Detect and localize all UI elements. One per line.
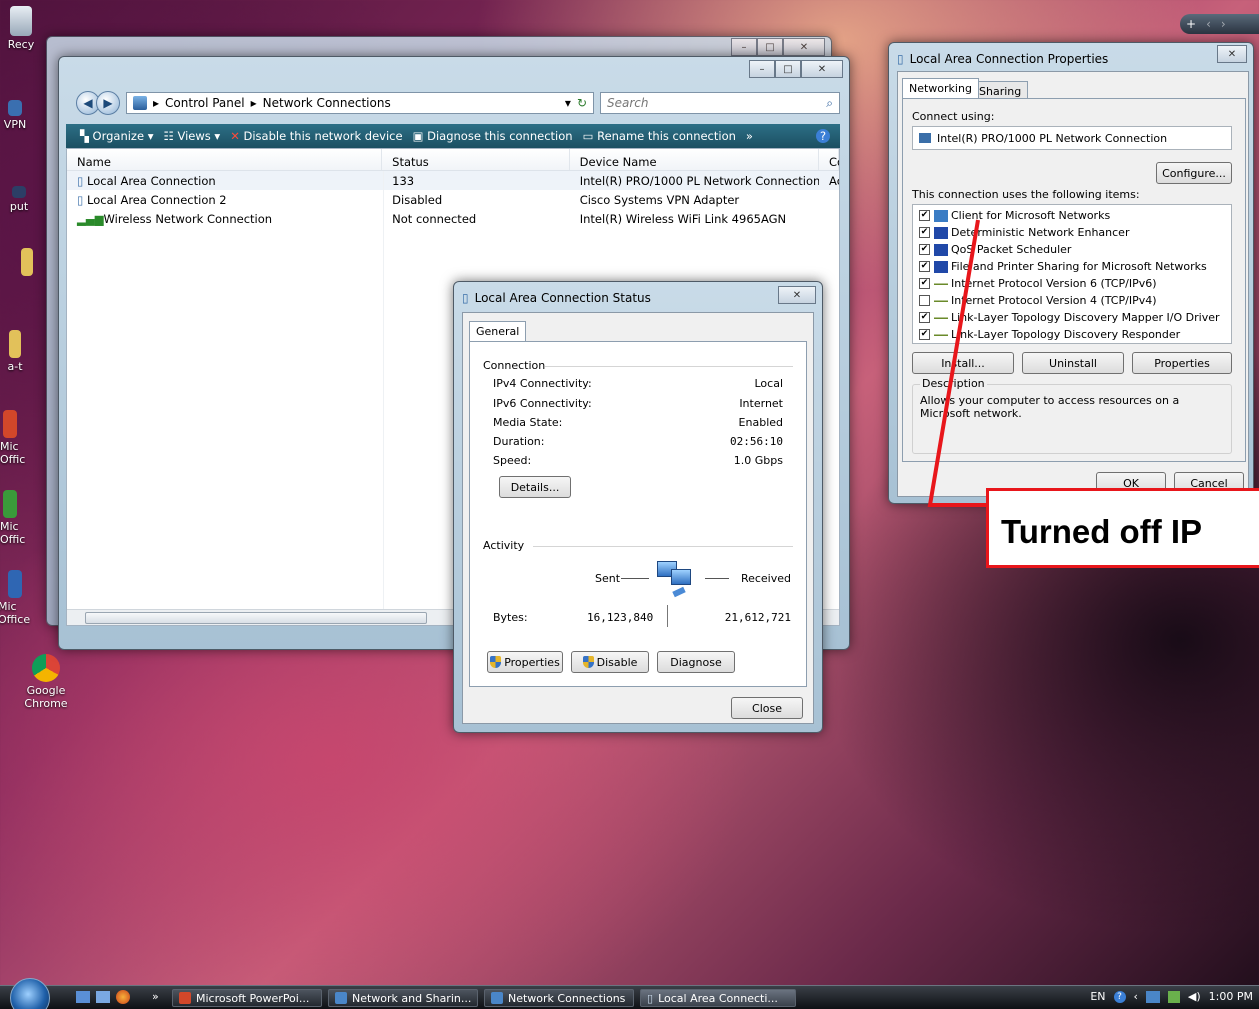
volume-icon[interactable]: ◀) xyxy=(1188,990,1201,1003)
tray-expand-icon[interactable]: ‹ xyxy=(1134,990,1138,1003)
taskbar-powerpoint[interactable]: Microsoft PowerPoi... xyxy=(172,989,322,1007)
quicklaunch-overflow[interactable]: » xyxy=(152,990,159,1003)
chevron-left-icon[interactable]: ‹ xyxy=(1206,17,1211,31)
network-tray-icon[interactable] xyxy=(1145,990,1160,1003)
annotation-line xyxy=(927,219,1000,507)
bluetooth-tray-icon[interactable] xyxy=(1167,990,1180,1003)
clock[interactable]: 1:00 PM xyxy=(1209,990,1253,1003)
annotation-callout: Turned off IP xyxy=(986,488,1259,568)
taskbar-local-area-connection[interactable]: ▯ Local Area Connecti... xyxy=(640,989,796,1007)
tab-general[interactable]: General xyxy=(469,321,527,341)
system-tray: EN ? ‹ ◀) 1:00 PM xyxy=(1090,990,1253,1003)
chevron-right-icon[interactable]: › xyxy=(1221,17,1226,31)
help-icon[interactable]: ? xyxy=(1113,990,1126,1003)
add-gadget-icon[interactable]: + xyxy=(1186,17,1196,31)
show-desktop-icon[interactable] xyxy=(76,991,90,1003)
network-icon xyxy=(491,992,503,1004)
taskbar: » Microsoft PowerPoi... Network and Shar… xyxy=(0,978,1259,1009)
network-adapter-icon: ▯ xyxy=(647,991,654,1005)
switch-windows-icon[interactable] xyxy=(96,991,110,1003)
language-indicator[interactable]: EN xyxy=(1090,990,1105,1003)
taskbar-network-sharing[interactable]: Network and Sharin... xyxy=(328,989,478,1007)
annotation-text: Turned off IP xyxy=(1001,513,1203,550)
sidebar-gadget-control[interactable]: + ‹ › xyxy=(1180,14,1259,34)
network-icon xyxy=(335,992,347,1004)
firefox-icon[interactable] xyxy=(116,990,130,1004)
tab-networking[interactable]: Networking xyxy=(902,78,979,98)
powerpoint-icon xyxy=(179,992,191,1004)
taskbar-network-connections[interactable]: Network Connections xyxy=(484,989,634,1007)
